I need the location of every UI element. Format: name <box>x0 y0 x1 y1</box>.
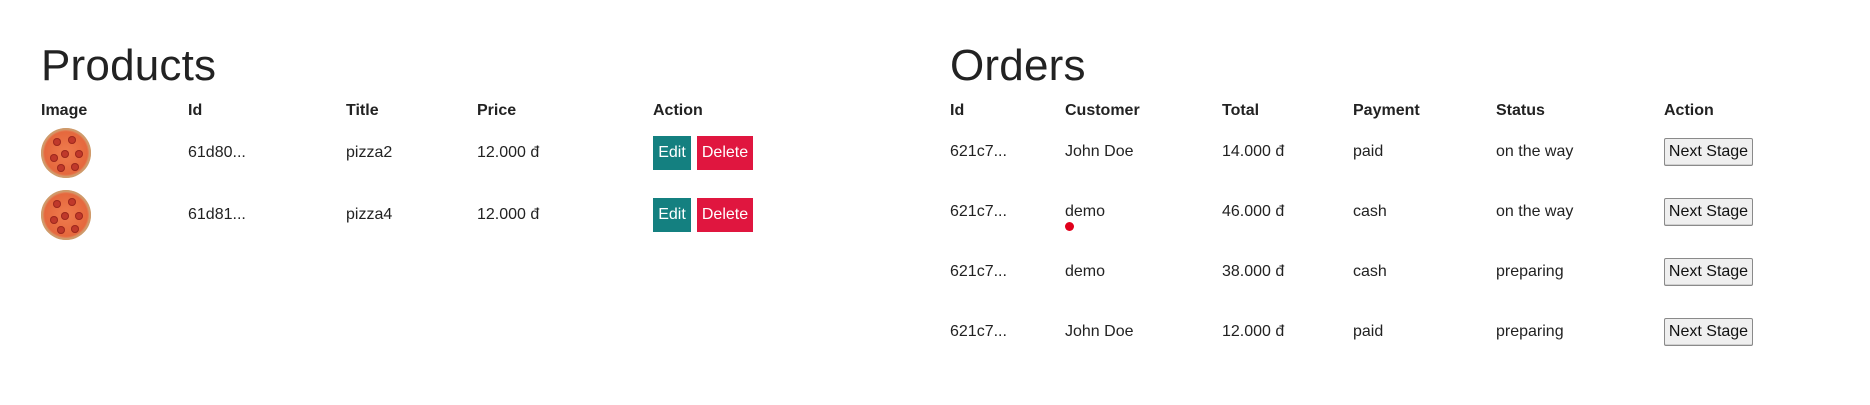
orders-title: Orders <box>950 41 1086 90</box>
order-total: 38.000 đ <box>1222 263 1285 280</box>
order-payment: paid <box>1353 323 1384 340</box>
products-col-action: Action <box>653 102 703 119</box>
order-id: 621c7... <box>950 323 1007 340</box>
order-payment: paid <box>1353 143 1384 160</box>
order-payment: cash <box>1353 263 1387 280</box>
order-payment: cash <box>1353 203 1387 220</box>
cursor-dot-icon <box>1065 222 1074 231</box>
product-price: 12.000 đ <box>477 144 540 161</box>
orders-header-row: Id Customer Total Payment Status Action <box>950 100 1824 122</box>
order-total: 46.000 đ <box>1222 203 1285 220</box>
products-col-id: Id <box>188 102 203 119</box>
order-status: preparing <box>1496 323 1564 340</box>
products-table: Image Id Title Price Action 61d80... piz… <box>41 100 853 246</box>
delete-button[interactable]: Delete <box>697 136 753 170</box>
next-stage-button[interactable]: Next Stage <box>1664 198 1753 226</box>
order-total: 14.000 đ <box>1222 143 1285 160</box>
order-total: 12.000 đ <box>1222 323 1285 340</box>
order-customer: John Doe <box>1065 143 1134 160</box>
orders-col-action: Action <box>1664 102 1714 119</box>
products-col-price: Price <box>477 102 517 119</box>
orders-table: Id Customer Total Payment Status Action … <box>950 100 1824 362</box>
table-row: 61d80... pizza2 12.000 đ Edit Delete <box>41 122 853 184</box>
next-stage-button[interactable]: Next Stage <box>1664 138 1753 166</box>
order-customer: John Doe <box>1065 323 1134 340</box>
order-customer: demo <box>1065 263 1106 280</box>
edit-button[interactable]: Edit <box>653 136 691 170</box>
products-col-title: Title <box>346 102 379 119</box>
orders-col-payment: Payment <box>1353 102 1420 119</box>
orders-col-total: Total <box>1222 102 1260 119</box>
table-row: 61d81... pizza4 12.000 đ Edit Delete <box>41 184 853 246</box>
product-title: pizza2 <box>346 144 393 161</box>
table-row: 621c7... John Doe 14.000 đ paid on the w… <box>950 122 1824 182</box>
order-id: 621c7... <box>950 263 1007 280</box>
product-id: 61d81... <box>188 206 246 223</box>
order-customer: demo <box>1065 203 1106 220</box>
products-header-row: Image Id Title Price Action <box>41 100 853 122</box>
order-status: on the way <box>1496 143 1574 160</box>
orders-col-customer: Customer <box>1065 102 1140 119</box>
admin-dashboard: Products Image Id Title Price Action 61d… <box>0 0 1870 405</box>
order-id: 621c7... <box>950 203 1007 220</box>
table-row: 621c7... John Doe 12.000 đ paid preparin… <box>950 302 1824 362</box>
table-row: 621c7... demo 46.000 đ cash on the way N… <box>950 182 1824 242</box>
orders-col-status: Status <box>1496 102 1545 119</box>
product-id: 61d80... <box>188 144 246 161</box>
table-row: 621c7... demo 38.000 đ cash preparing Ne… <box>950 242 1824 302</box>
order-id: 621c7... <box>950 143 1007 160</box>
next-stage-button[interactable]: Next Stage <box>1664 318 1753 346</box>
pizza-image <box>41 190 91 240</box>
product-price: 12.000 đ <box>477 206 540 223</box>
products-panel: Products Image Id Title Price Action 61d… <box>41 40 861 246</box>
pizza-image <box>41 128 91 178</box>
products-title: Products <box>41 41 217 90</box>
delete-button[interactable]: Delete <box>697 198 753 232</box>
next-stage-button[interactable]: Next Stage <box>1664 258 1753 286</box>
edit-button[interactable]: Edit <box>653 198 691 232</box>
order-status: preparing <box>1496 263 1564 280</box>
orders-col-id: Id <box>950 102 965 119</box>
orders-panel: Orders Id Customer Total Payment Status … <box>950 40 1850 362</box>
order-status: on the way <box>1496 203 1574 220</box>
product-title: pizza4 <box>346 206 393 223</box>
products-col-image: Image <box>41 102 88 119</box>
